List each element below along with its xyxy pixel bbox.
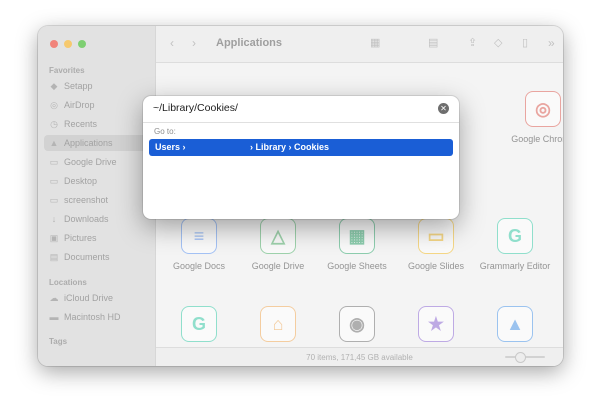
suggestion-segment-path: › Library › Cookies	[250, 142, 330, 152]
go-to-folder-dialog: ✕ Go to: Users › › Library › Cookies	[143, 96, 459, 219]
suggestion-segment-users: Users ›	[155, 142, 186, 152]
divider	[143, 122, 459, 123]
go-to-path-input[interactable]	[153, 100, 433, 116]
go-to-label: Go to:	[154, 127, 176, 136]
path-suggestion[interactable]: Users › › Library › Cookies	[149, 139, 453, 156]
clear-icon[interactable]: ✕	[438, 103, 449, 114]
